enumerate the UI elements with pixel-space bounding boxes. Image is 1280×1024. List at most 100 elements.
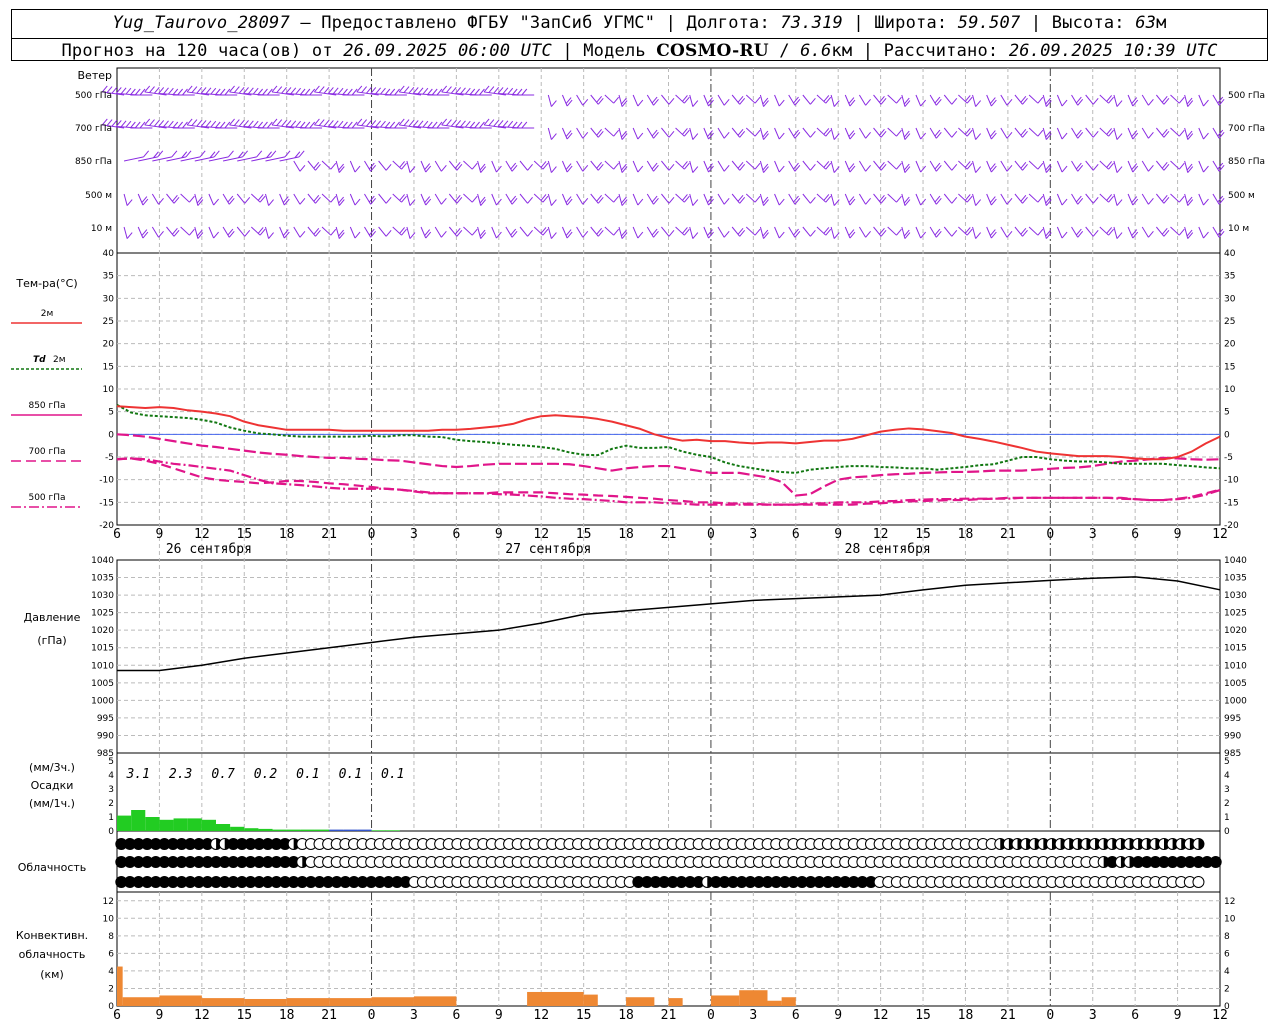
wind-barb xyxy=(166,193,180,204)
temp-tick-label-right: 10 xyxy=(1224,385,1236,395)
wind-barb xyxy=(689,94,699,107)
cloud-title: Облачность xyxy=(18,861,87,874)
wind-barb-shaft xyxy=(1056,193,1063,206)
wind-barb-feather xyxy=(299,230,306,238)
x-tick-label: 21 xyxy=(661,1008,677,1023)
wind-barb xyxy=(731,160,746,171)
wind-barb-feather xyxy=(186,85,193,93)
wind-barb xyxy=(717,127,730,139)
wind-barb-feather xyxy=(182,88,188,96)
conv-bar xyxy=(201,998,245,1006)
wind-barb-feather xyxy=(366,86,372,94)
wind-barb-feather xyxy=(422,87,429,95)
wind-barb-shaft xyxy=(675,226,685,236)
wind-barb xyxy=(576,226,589,238)
wind-barb-shaft xyxy=(844,127,851,140)
conv-tick-label-right: 2 xyxy=(1224,984,1230,994)
wind-barb-feather xyxy=(613,162,620,170)
wind-barb xyxy=(1085,193,1099,204)
wind-barb-feather xyxy=(186,118,193,126)
wind-barb-feather xyxy=(1092,230,1099,237)
wind-barb-shaft xyxy=(1085,193,1094,204)
wind-barb-shaft xyxy=(279,226,285,239)
wind-barb xyxy=(1198,94,1209,107)
x-tick-label: 12 xyxy=(1212,1008,1228,1023)
wind-barb xyxy=(943,94,958,105)
wind-barb-shaft xyxy=(858,94,867,106)
wind-barb-shaft xyxy=(392,226,402,236)
wind-barb-shaft xyxy=(731,127,741,138)
wind-barb-feather xyxy=(172,88,179,96)
wind-barb xyxy=(293,160,306,172)
wind-barb-shaft xyxy=(293,226,301,238)
wind-barb-feather xyxy=(219,88,226,96)
wind-barb-shaft xyxy=(1042,160,1047,173)
wind-barb-feather xyxy=(621,229,627,237)
wind-barb-shaft xyxy=(1000,160,1008,172)
wind-barb-shaft xyxy=(816,127,827,137)
conv-bar xyxy=(710,995,740,1006)
wind-barb-shaft xyxy=(788,226,796,238)
wind-barb xyxy=(307,226,321,237)
wind-barb xyxy=(703,94,714,107)
wind-barb-shaft xyxy=(986,94,992,107)
conv-bar xyxy=(286,998,330,1006)
wind-barb-feather xyxy=(469,121,476,129)
precip-bar xyxy=(117,815,132,831)
wind-barb-feather xyxy=(1186,196,1193,204)
wind-barb xyxy=(1155,226,1170,237)
wind-barb-shaft xyxy=(915,94,922,107)
x-tick-label: 6 xyxy=(1131,1008,1139,1023)
wind-barb-shaft xyxy=(335,193,340,206)
wind-barb-shaft xyxy=(208,193,215,206)
x-tick-label: 3 xyxy=(1089,527,1097,542)
wind-barb-shaft xyxy=(1014,160,1023,171)
wind-barb-shaft xyxy=(576,226,584,238)
wind-barb xyxy=(1184,193,1194,206)
convective-cloud-panel: 0 02 24 46 68 810 1012 12 xyxy=(103,897,1236,1012)
wind-barb xyxy=(1099,94,1114,104)
wind-barb-feather xyxy=(479,88,485,96)
wind-barb-feather xyxy=(483,85,490,93)
wind-barb xyxy=(491,193,502,206)
wind-barb-shaft xyxy=(689,94,694,107)
wind-barb-feather xyxy=(1037,129,1044,137)
wind-barb-shaft xyxy=(420,193,427,206)
wind-barb-feather xyxy=(153,86,160,94)
wind-barb-shaft xyxy=(406,160,411,173)
wind-barb-feather xyxy=(692,166,699,173)
wind-barb-feather xyxy=(342,88,348,96)
wind-barb-shaft xyxy=(1071,193,1079,205)
wind-barb-shaft xyxy=(1042,193,1047,206)
pressure-panel: 985 985990 990995 9951000 10001005 10051010 10… xyxy=(91,556,1247,759)
wind-barb-feather xyxy=(210,120,217,128)
wind-barb xyxy=(115,120,139,129)
wind-barb xyxy=(675,160,690,170)
wind-barb-feather xyxy=(210,87,217,95)
wind-barb xyxy=(1056,127,1068,140)
wind-barb-feather xyxy=(1061,165,1068,173)
wind-barb-feather xyxy=(417,120,424,128)
x-tick-label: 6 xyxy=(452,527,460,542)
wind-barb-feather xyxy=(1037,228,1044,236)
wind-barb-feather xyxy=(903,229,910,237)
wind-barb-feather xyxy=(229,85,235,93)
wind-barb-shaft xyxy=(561,226,568,239)
conv-tick-label-right: 12 xyxy=(1224,897,1235,907)
wind-barb xyxy=(774,127,785,140)
temp-tick-label-right: -15 xyxy=(1224,498,1239,508)
wind-barb-shaft xyxy=(378,160,387,171)
wind-barb-shaft xyxy=(788,127,796,139)
wind-barb xyxy=(1141,193,1154,205)
wind-barb-feather xyxy=(361,86,368,93)
wind-barb xyxy=(208,193,219,206)
wind-barb xyxy=(1155,94,1170,105)
wind-barb-feather xyxy=(975,199,982,206)
wind-barb-feather xyxy=(480,232,487,239)
wind-barb-feather xyxy=(1116,133,1123,140)
wind-barb-feather xyxy=(1116,199,1123,206)
pressure-tick-label-right: 995 xyxy=(1224,714,1241,724)
wind-barb-feather xyxy=(474,121,480,129)
wind-barb xyxy=(250,226,266,236)
wind-barb-shaft xyxy=(576,127,584,139)
